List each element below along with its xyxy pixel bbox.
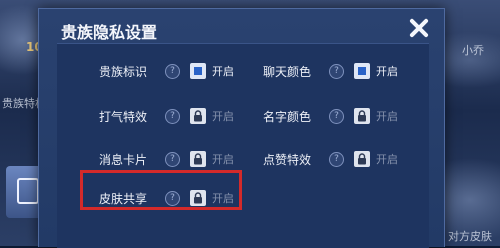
close-icon[interactable]: [406, 15, 432, 41]
setting-label: 贵族标识: [99, 64, 148, 79]
checkbox-checked-icon[interactable]: [354, 63, 370, 79]
lock-icon: [190, 151, 206, 167]
setting-cheer-effect: 打气特效 ? 开启: [99, 107, 234, 125]
setting-label: 消息卡片: [99, 152, 148, 167]
setting-chat-color: 聊天颜色 ? 开启: [263, 62, 398, 80]
setting-state: 开启: [212, 110, 234, 123]
help-icon[interactable]: ?: [165, 63, 180, 79]
lock-icon: [354, 151, 370, 167]
help-icon[interactable]: ?: [165, 108, 180, 124]
privacy-settings-dialog: 贵族隐私设置 贵族标识 ? 开启 聊天颜色 ? 开启 打气特效 ? 开启 名字颜…: [38, 8, 445, 248]
opponent-skin-text: 对方皮肤: [448, 230, 492, 243]
lock-icon: [354, 108, 370, 124]
dialog-title: 贵族隐私设置: [61, 23, 158, 42]
setting-label: 点赞特效: [263, 152, 312, 167]
setting-state: 开启: [212, 65, 234, 78]
setting-label: 名字颜色: [263, 109, 312, 124]
setting-message-card: 消息卡片 ? 开启: [99, 150, 234, 168]
setting-state: 开启: [212, 153, 234, 166]
help-icon[interactable]: ?: [165, 151, 180, 167]
lock-icon: [190, 108, 206, 124]
setting-state: 开启: [376, 153, 398, 166]
settings-panel: 贵族标识 ? 开启 聊天颜色 ? 开启 打气特效 ? 开启 名字颜色 ? 开启 …: [57, 43, 429, 248]
help-icon[interactable]: ?: [329, 63, 344, 79]
setting-state: 开启: [376, 65, 398, 78]
setting-name-color: 名字颜色 ? 开启: [263, 107, 398, 125]
setting-noble-badge: 贵族标识 ? 开启: [99, 62, 234, 80]
setting-label: 聊天颜色: [263, 64, 312, 79]
hero-name-text: 小乔: [462, 44, 484, 57]
setting-like-effect: 点赞特效 ? 开启: [263, 150, 398, 168]
help-icon[interactable]: ?: [329, 108, 344, 124]
setting-state: 开启: [376, 110, 398, 123]
checkbox-checked-icon[interactable]: [190, 63, 206, 79]
setting-label: 打气特效: [99, 109, 148, 124]
highlight-box: [80, 170, 242, 210]
help-icon[interactable]: ?: [329, 151, 344, 167]
